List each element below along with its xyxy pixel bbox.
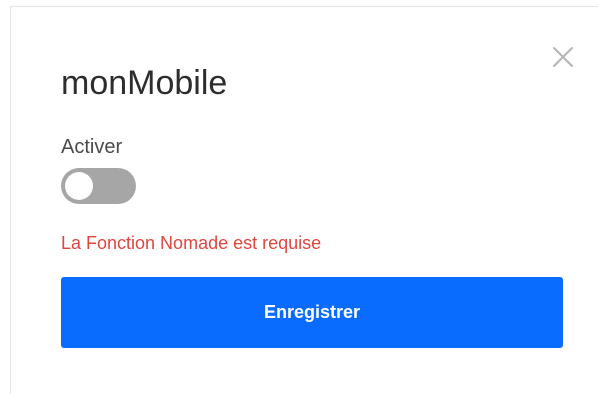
activate-toggle[interactable]	[61, 168, 136, 204]
toggle-label: Activer	[61, 136, 123, 158]
error-message: La Fonction Nomade est requise	[61, 233, 322, 253]
settings-modal: monMobile Activer La Fonction Nomade est…	[10, 6, 598, 394]
close-button[interactable]	[551, 45, 575, 69]
close-icon	[553, 47, 573, 67]
modal-title: monMobile	[61, 64, 228, 102]
save-button[interactable]: Enregistrer	[61, 277, 563, 348]
toggle-knob	[65, 172, 93, 200]
